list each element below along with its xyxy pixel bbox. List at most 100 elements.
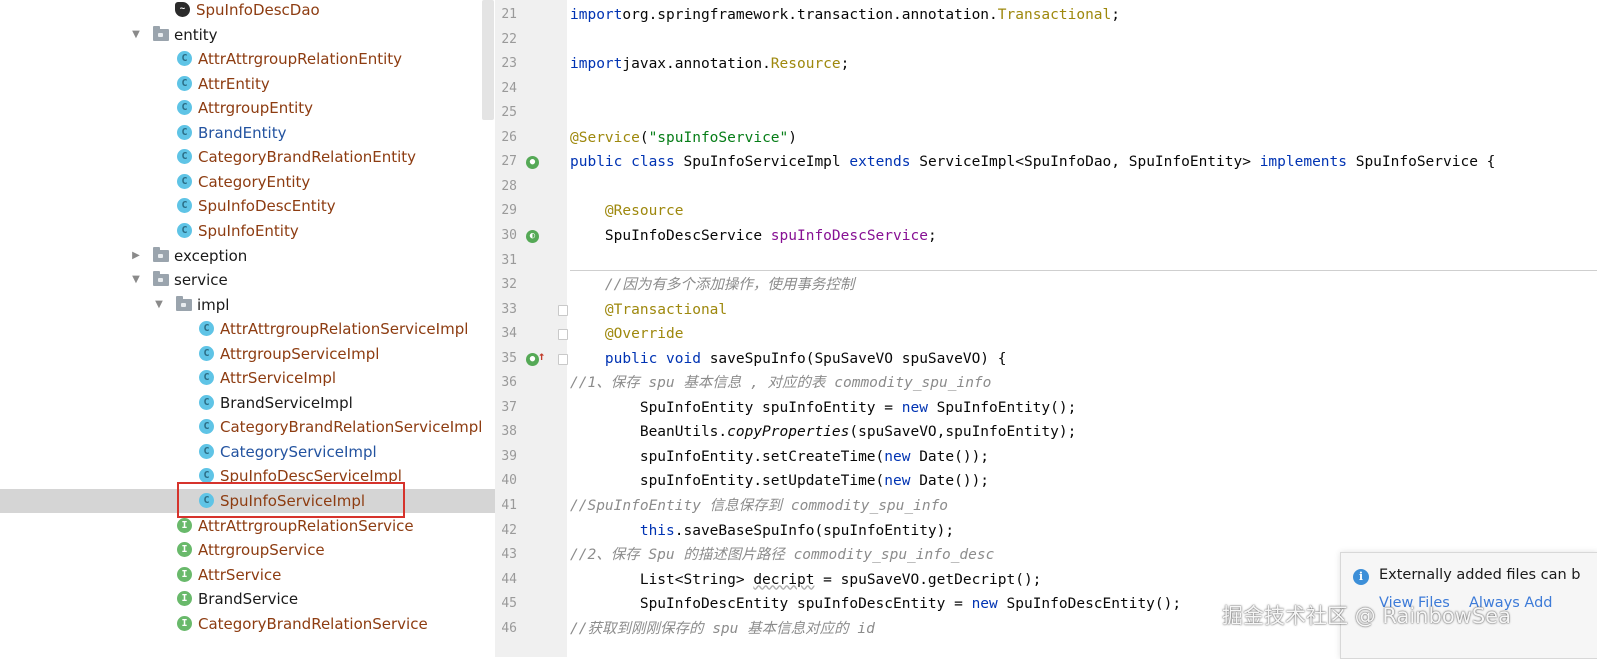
tree-item[interactable]: C SpuInfoDescServiceImpl bbox=[0, 464, 480, 488]
code-line[interactable]: 21 importorg.springframework.transaction.… bbox=[495, 3, 1597, 28]
tree-item[interactable]: C CategoryEntity bbox=[0, 170, 480, 194]
tree-item[interactable]: C AttrAttrgroupRelationEntity bbox=[0, 47, 480, 71]
code-token: public class bbox=[570, 154, 684, 171]
tree-item[interactable]: C AttrgroupEntity bbox=[0, 96, 480, 120]
tree-item[interactable]: C SpuInfoEntity bbox=[0, 219, 480, 243]
tree-item[interactable]: I AttrAttrgroupRelationService bbox=[0, 514, 480, 538]
code-token: Date()); bbox=[919, 448, 990, 465]
expand-arrow-icon[interactable]: ▼ bbox=[130, 23, 142, 47]
line-number: 35 bbox=[501, 350, 517, 366]
tree-item[interactable]: C AttrgroupServiceImpl bbox=[0, 342, 480, 366]
code-text: this.saveBaseSpuInfo(spuInfoEntity); bbox=[570, 519, 954, 544]
class-icon: C bbox=[177, 198, 192, 214]
class-icon: C bbox=[199, 370, 214, 386]
code-line[interactable]: 24 bbox=[495, 77, 1597, 102]
folder-icon bbox=[153, 246, 169, 262]
code-line[interactable]: 27 ● public class SpuInfoServiceImpl exten… bbox=[495, 150, 1597, 175]
tree-item-label: exception bbox=[174, 246, 248, 265]
tree-item[interactable]: C SpuInfoDescEntity bbox=[0, 194, 480, 218]
code-line[interactable]: 34 @Override bbox=[495, 322, 1597, 347]
tree-item[interactable]: C AttrEntity bbox=[0, 72, 480, 96]
code-line[interactable]: 23 importjavax.annotation.Resource; bbox=[495, 52, 1597, 77]
code-token: import bbox=[570, 7, 623, 23]
tree-item[interactable]: C CategoryBrandRelationEntity bbox=[0, 145, 480, 169]
code-token: new bbox=[901, 399, 937, 416]
tree-item[interactable]: C CategoryServiceImpl bbox=[0, 440, 480, 464]
code-token: //获取到刚刚保存的 spu 基本信息对应的 id bbox=[570, 620, 875, 637]
line-number: 42 bbox=[501, 522, 517, 538]
code-line[interactable]: 41 //SpuInfoEntity 信息保存到 commodity_spu_in… bbox=[495, 494, 1597, 519]
code-token: implements bbox=[1259, 154, 1356, 171]
tree-item[interactable]: ▼ service bbox=[0, 268, 480, 292]
code-token: Resource bbox=[770, 56, 841, 73]
line-number: 25 bbox=[501, 105, 517, 121]
tree-scrollbar[interactable] bbox=[482, 0, 494, 120]
tree-item[interactable]: C BrandServiceImpl bbox=[0, 391, 480, 415]
tree-item[interactable]: I AttrgroupService bbox=[0, 538, 480, 562]
tree-item[interactable]: C BrandEntity bbox=[0, 121, 480, 145]
line-number: 28 bbox=[501, 178, 517, 194]
tree-item[interactable]: I CategoryBrandRelationService bbox=[0, 612, 480, 636]
tree-item-label: SpuInfoDescServiceImpl bbox=[220, 467, 402, 486]
code-text: SpuInfoEntity spuInfoEntity = new SpuInf… bbox=[570, 396, 1077, 421]
code-line[interactable]: 22 bbox=[495, 28, 1597, 53]
code-line[interactable]: 35 ● public void saveSpuInfo(SpuSaveVO sp… bbox=[495, 347, 1597, 372]
expand-arrow-icon[interactable]: ▼ bbox=[130, 268, 142, 292]
code-line[interactable]: 32 //因为有多个添加操作，使用事务控制 bbox=[495, 273, 1597, 298]
code-line[interactable]: 33 @Transactional bbox=[495, 298, 1597, 323]
tree-item[interactable]: C CategoryBrandRelationServiceImpl bbox=[0, 415, 482, 439]
line-number: 27 bbox=[501, 154, 517, 170]
code-text: @Transactional bbox=[570, 298, 727, 323]
tree-item[interactable]: C AttrAttrgroupRelationServiceImpl bbox=[0, 317, 480, 341]
code-line[interactable]: 40 spuInfoEntity.setUpdateTime(new Date(… bbox=[495, 469, 1597, 494]
tree-item[interactable]: I AttrService bbox=[0, 563, 480, 587]
class-icon: C bbox=[199, 394, 214, 410]
override-up-icon[interactable]: ● bbox=[526, 350, 545, 366]
expand-arrow-icon[interactable]: ▼ bbox=[153, 293, 165, 317]
code-line[interactable]: 25 bbox=[495, 101, 1597, 126]
class-icon: C bbox=[177, 124, 192, 140]
tree-item-label: service bbox=[174, 271, 228, 290]
fold-marker-icon[interactable] bbox=[558, 329, 568, 341]
collapse-arrow-icon[interactable]: ▶ bbox=[130, 244, 142, 268]
fold-marker-icon[interactable] bbox=[558, 353, 568, 365]
tree-item-label: AttrAttrgroupRelationEntity bbox=[198, 50, 403, 69]
code-token: //因为有多个添加操作，使用事务控制 bbox=[604, 277, 855, 294]
tree-item[interactable]: ▶ exception bbox=[0, 244, 480, 268]
tree-item-label: AttrAttrgroupRelationServiceImpl bbox=[220, 320, 469, 339]
code-line[interactable]: 37 SpuInfoEntity spuInfoEntity = new Spu… bbox=[495, 396, 1597, 421]
line-number: 43 bbox=[501, 547, 517, 563]
class-icon: C bbox=[177, 75, 192, 91]
line-number: 26 bbox=[501, 129, 517, 145]
code-line[interactable]: 30 ◐ SpuInfoDescService spuInfoDescServic… bbox=[495, 224, 1597, 249]
code-line[interactable]: 36 //1、保存 spu 基本信息 , 对应的表 commodity_spu_i… bbox=[495, 371, 1597, 396]
tree-item[interactable]: ▼ entity bbox=[0, 23, 480, 47]
tree-item[interactable]: ▼ impl bbox=[0, 293, 480, 317]
tree-item[interactable]: ~ SpuInfoDescDao bbox=[0, 0, 480, 22]
code-line[interactable]: 39 spuInfoEntity.setCreateTime(new Date(… bbox=[495, 445, 1597, 470]
tree-item-label: BrandService bbox=[198, 590, 299, 609]
interface-icon: I bbox=[177, 517, 192, 533]
project-tree[interactable]: ~ SpuInfoDescDao ▼ entity C AttrAttrgroupRela… bbox=[0, 0, 495, 657]
code-token: this bbox=[639, 522, 675, 539]
code-line[interactable]: 29 @Resource bbox=[495, 199, 1597, 224]
tree-item[interactable]: C AttrServiceImpl bbox=[0, 366, 480, 390]
tree-item[interactable]: C SpuInfoServiceImpl bbox=[0, 489, 495, 513]
code-text: @Resource bbox=[570, 199, 684, 224]
class-icon: C bbox=[199, 493, 214, 508]
implements-icon[interactable]: ● bbox=[526, 156, 539, 170]
code-line[interactable]: 26 @Service("spuInfoService") bbox=[495, 126, 1597, 151]
line-number: 31 bbox=[501, 252, 517, 268]
code-line[interactable]: 31 bbox=[495, 249, 1597, 274]
tree-item[interactable]: I BrandService bbox=[0, 587, 480, 611]
code-line[interactable]: 28 bbox=[495, 175, 1597, 200]
line-number: 30 bbox=[501, 227, 517, 243]
watermark: 掘金技术社区 @ RainbowSea bbox=[1222, 604, 1511, 628]
code-text: public void saveSpuInfo(SpuSaveVO spuSav… bbox=[570, 347, 1007, 372]
code-line[interactable]: 38 BeanUtils.copyProperties(spuSaveVO,sp… bbox=[495, 420, 1597, 445]
bean-icon[interactable]: ◐ bbox=[526, 229, 539, 243]
code-line[interactable]: 42 this.saveBaseSpuInfo(spuInfoEntity); bbox=[495, 519, 1597, 544]
fold-marker-icon[interactable] bbox=[558, 304, 568, 316]
